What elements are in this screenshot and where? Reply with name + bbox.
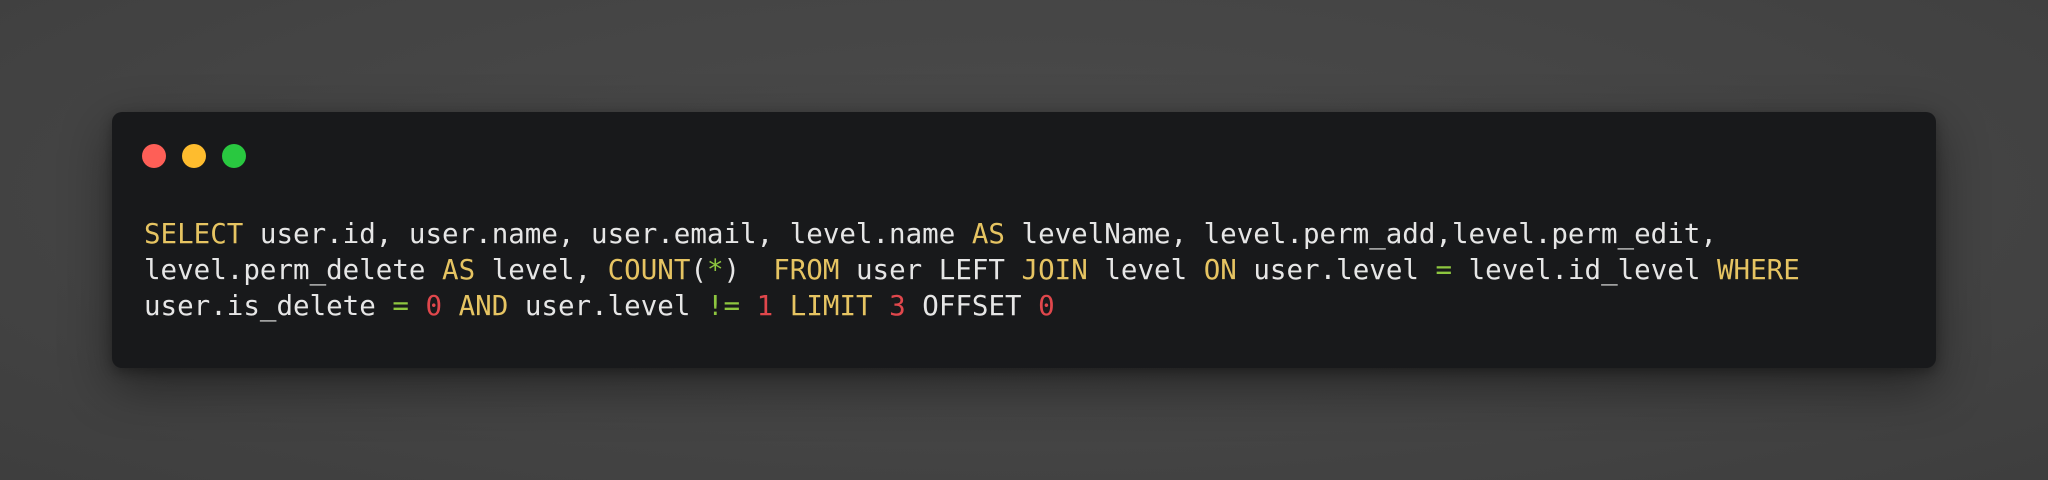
code-token-keyword: WHERE [1716, 254, 1800, 286]
code-token-keyword: AS [442, 254, 476, 286]
code-block: SELECT user.id, user.name, user.email, l… [144, 216, 1800, 324]
code-token-keyword: COUNT [607, 254, 691, 286]
code-token-keyword: JOIN [1021, 254, 1088, 286]
code-token-keyword: ON [1203, 254, 1237, 286]
code-line: user.is_delete = 0 AND user.level != 1 L… [144, 288, 1800, 324]
code-token-text: ) [723, 254, 774, 286]
code-token-text: level.perm_delete [144, 254, 443, 286]
code-token-number: 1 [756, 290, 774, 322]
code-token-text: levelName, level.perm_add,level.perm_edi… [1004, 218, 1717, 250]
code-token-text: ( [690, 254, 707, 286]
code-token-text: OFFSET [905, 290, 1039, 322]
code-token-number: 3 [889, 290, 906, 322]
code-token-text: user.is_delete [144, 290, 393, 322]
maximize-button[interactable] [222, 144, 246, 168]
code-token-text: level.id_level [1452, 254, 1717, 286]
code-token-text: user.level [1236, 254, 1436, 286]
code-line: level.perm_delete AS level, COUNT(*) FRO… [144, 252, 1800, 288]
code-token-operator: != [706, 290, 741, 322]
code-token-text: level [1087, 254, 1204, 286]
code-token-text: user LEFT [839, 254, 1022, 286]
code-token-text: level, [475, 254, 608, 286]
code-token-operator: = [1435, 254, 1453, 286]
code-token-number: 0 [425, 290, 443, 322]
code-token-text: user.level [508, 290, 707, 322]
code-token-keyword: FROM [773, 254, 840, 286]
window-controls [142, 144, 246, 168]
code-token-keyword: LIMIT [789, 290, 873, 322]
code-line: SELECT user.id, user.name, user.email, l… [144, 216, 1800, 252]
code-token-number: 0 [1038, 290, 1055, 322]
close-button[interactable] [142, 144, 166, 168]
minimize-button[interactable] [182, 144, 206, 168]
code-window: SELECT user.id, user.name, user.email, l… [112, 112, 1936, 368]
code-token-operator: = [392, 290, 409, 322]
code-token-keyword: SELECT [144, 218, 244, 250]
code-token-text: user.id, user.name, user.email, level.na… [243, 218, 972, 250]
code-token-operator: * [706, 254, 724, 286]
code-token-keyword: AND [458, 290, 509, 322]
code-token-keyword: AS [971, 218, 1005, 250]
